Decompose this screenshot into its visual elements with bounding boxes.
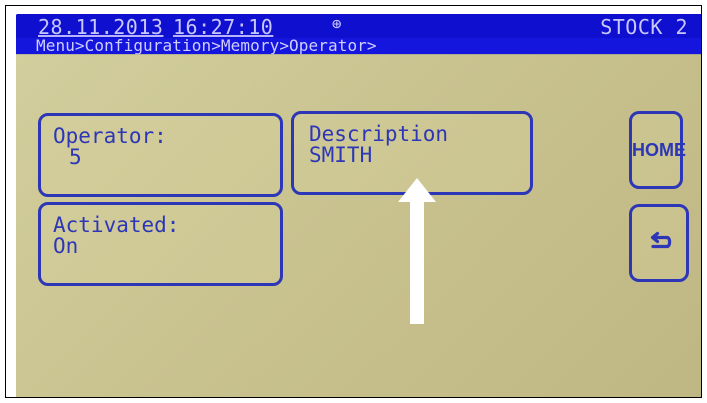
description-value: SMITH bbox=[309, 143, 373, 167]
operator-field[interactable]: Operator: 5 bbox=[38, 113, 283, 197]
home-button[interactable]: HOME bbox=[629, 111, 686, 189]
photo-frame: 28.11.2013 16:27:10 ⊕ STOCK 2 Menu>Confi… bbox=[5, 5, 702, 398]
activated-label: Activated: bbox=[53, 213, 180, 237]
back-arrow-icon bbox=[650, 231, 672, 249]
back-button[interactable] bbox=[629, 204, 689, 282]
operator-label: Operator: bbox=[53, 124, 167, 148]
activated-value: On bbox=[53, 234, 79, 258]
description-label: Description bbox=[309, 122, 449, 146]
device-screen: 28.11.2013 16:27:10 ⊕ STOCK 2 Menu>Confi… bbox=[16, 14, 701, 397]
annotation-arrow-shaft bbox=[410, 199, 424, 324]
breadcrumb-text: Menu>Configuration>Memory>Operator> bbox=[36, 36, 377, 55]
stock-indicator: STOCK 2 bbox=[600, 15, 688, 39]
operator-value: 5 bbox=[69, 145, 82, 169]
status-bar: 28.11.2013 16:27:10 ⊕ STOCK 2 bbox=[16, 14, 701, 39]
connector-icon: ⊕ bbox=[331, 14, 343, 33]
content-divider bbox=[16, 54, 701, 55]
activated-field[interactable]: Activated: On bbox=[38, 202, 283, 286]
breadcrumb: Menu>Configuration>Memory>Operator> bbox=[16, 36, 701, 55]
